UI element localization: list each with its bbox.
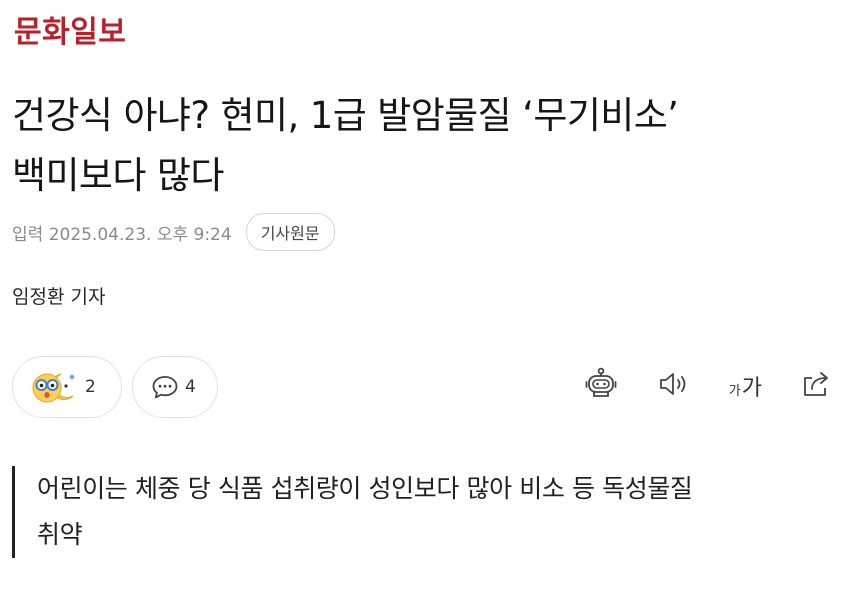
published-time: 2025.04.23. 오후 9:24 (48, 224, 232, 245)
robot-summary-icon (583, 366, 619, 406)
article-title: 건강식 아냐? 현미, 1급 발암물질 ‘무기비소’ 백미보다 많다 (12, 86, 842, 206)
font-size-small-glyph: 가 (728, 384, 741, 399)
reaction-button[interactable]: 2 (12, 356, 122, 418)
listen-button[interactable] (657, 364, 691, 408)
published-timestamp: 입력 2025.04.23. 오후 9:24 (12, 220, 232, 245)
font-size-large-glyph: 가 (741, 376, 762, 401)
comment-count: 4 (185, 377, 196, 397)
subheading-line-2: 취약 (37, 520, 83, 549)
speaker-icon (657, 369, 691, 403)
subheading-line-1: 어린이는 체중 당 식품 섭취량이 성인보다 많아 비소 등 독성물질 (37, 474, 693, 503)
original-article-button[interactable]: 기사원문 (245, 213, 335, 251)
font-size-button[interactable]: 가가 (729, 364, 762, 408)
article-title-line-2: 백미보다 많다 (12, 154, 224, 197)
comment-button[interactable]: 4 (132, 356, 218, 418)
article-meta: 입력 2025.04.23. 오후 9:24 기사원문 (12, 213, 335, 251)
summary-bot-button[interactable] (583, 364, 619, 408)
share-button[interactable] (800, 364, 832, 408)
article-title-line-1: 건강식 아냐? 현미, 1급 발암물질 ‘무기비소’ (12, 94, 679, 137)
author-byline[interactable]: 임정환 기자 (12, 282, 105, 309)
share-icon (800, 369, 832, 403)
font-size-icon: 가가 (729, 370, 762, 402)
publisher-logo[interactable]: 문화일보 (14, 18, 126, 48)
reaction-emoji-icon (31, 370, 79, 404)
article-toolbar: 가가 (583, 364, 832, 408)
published-label: 입력 (12, 224, 44, 245)
article-subheading: 어린이는 체중 당 식품 섭취량이 성인보다 많아 비소 등 독성물질 취약 (12, 466, 832, 558)
speech-bubble-icon (151, 374, 179, 400)
reaction-count: 2 (85, 377, 96, 397)
